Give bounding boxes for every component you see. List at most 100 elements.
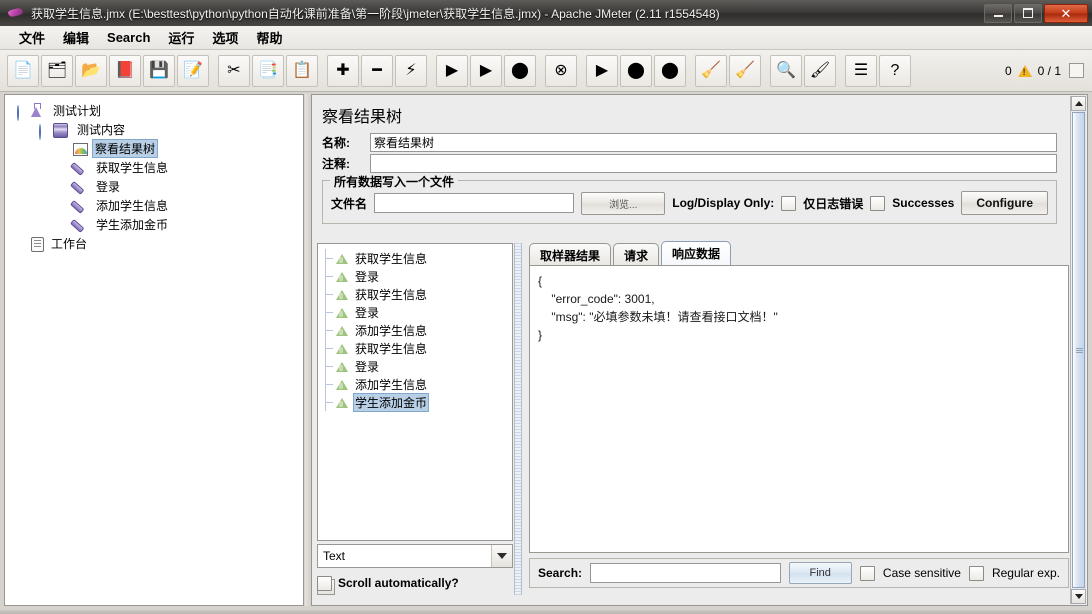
scroll-automatically-checkbox[interactable]	[317, 575, 332, 591]
menu-edit[interactable]: 编辑	[54, 25, 98, 50]
browse-button[interactable]: 浏览...	[581, 191, 666, 215]
remote-stop-icon[interactable]: ⬤	[620, 54, 652, 87]
response-data-body: { "error_code": 3001, "msg": "必填参数未填！请查看…	[529, 265, 1069, 553]
save-as-icon[interactable]: 📝	[177, 54, 209, 87]
result-list-item[interactable]: 添加学生信息	[322, 321, 512, 339]
clear-all-icon[interactable]: 🧹	[729, 54, 761, 87]
start-no-pauses-icon[interactable]: ▶	[470, 54, 502, 87]
remote-start-icon[interactable]: ▶	[586, 54, 618, 87]
result-list-item[interactable]: 添加学生信息	[322, 375, 512, 393]
tree-expand-handle[interactable]	[61, 182, 70, 191]
result-success-icon	[335, 324, 349, 336]
start-icon[interactable]: ▶	[436, 54, 468, 87]
results-detail-splitter[interactable]	[514, 243, 522, 595]
main-content: 测试计划 测试内容 察看结果树 获取学生信息 登录 添加学生信息 学生添加金币 工作台 察看结…	[0, 92, 1092, 614]
regular-exp-checkbox[interactable]	[968, 565, 984, 581]
result-list-item[interactable]: 登录	[322, 267, 512, 285]
tab-sampler-result[interactable]: 取样器结果	[529, 243, 612, 267]
tree-node-add-gold[interactable]: 学生添加金币	[11, 215, 303, 234]
filename-input[interactable]	[374, 193, 575, 213]
search-reset-icon-glyph: 🖌	[809, 61, 831, 79]
tree-line	[325, 276, 333, 277]
result-list-item[interactable]: 获取学生信息	[322, 339, 512, 357]
tree-expand-handle[interactable]	[61, 201, 70, 210]
tree-expand-handle[interactable]	[61, 144, 70, 153]
scroll-automatically-row: Scroll automatically?	[317, 573, 513, 593]
find-button[interactable]: Find	[788, 562, 852, 584]
view-results-tree-icon	[73, 143, 88, 156]
stop-icon[interactable]: ⬤	[504, 54, 536, 87]
toggle-icon[interactable]: ⚡	[395, 54, 427, 87]
result-list-item[interactable]: 获取学生信息	[322, 249, 512, 267]
result-list-item[interactable]: 学生添加金币	[322, 392, 512, 412]
expand-icon[interactable]: ✚	[327, 54, 359, 87]
start-no-pauses-icon-glyph: ▶	[479, 61, 493, 79]
result-list-item[interactable]: 获取学生信息	[322, 285, 512, 303]
menu-run[interactable]: 运行	[159, 25, 203, 50]
toggle-icon-glyph: ⚡	[405, 61, 417, 79]
tree-node-login[interactable]: 登录	[11, 177, 303, 196]
tree-node-add-student-info[interactable]: 添加学生信息	[11, 196, 303, 215]
case-sensitive-checkbox[interactable]	[859, 565, 875, 581]
name-label: 名称:	[322, 136, 350, 150]
search-icon[interactable]: 🔍	[770, 54, 802, 87]
scroll-down-button[interactable]	[1071, 589, 1086, 604]
save-icon[interactable]: 💾	[143, 54, 175, 87]
tree-expand-handle[interactable]	[61, 220, 70, 229]
results-list-pane: 获取学生信息 登录 获取学生信息 登录 添加学生信息 获取学生信息 登录 添加学生信息 学生添加…	[317, 243, 513, 595]
menu-options[interactable]: 选项	[203, 25, 247, 50]
tree-expand-handle[interactable]	[17, 239, 26, 248]
result-list-item[interactable]: 登录	[322, 357, 512, 375]
chevron-down-icon	[492, 545, 512, 567]
shutdown-icon[interactable]: ⊗	[545, 54, 577, 87]
menu-search[interactable]: Search	[98, 27, 159, 48]
results-tree[interactable]: 获取学生信息 登录 获取学生信息 登录 添加学生信息 获取学生信息 登录 添加学生信息 学生添加…	[317, 243, 513, 541]
successes-checkbox[interactable]	[870, 195, 886, 211]
tree-node-view-results-tree[interactable]: 察看结果树	[11, 139, 303, 158]
tree-expand-handle[interactable]	[17, 105, 26, 121]
tree-expand-handle[interactable]	[39, 124, 48, 140]
tab-response-data[interactable]: 响应数据	[661, 241, 732, 266]
results-split: 获取学生信息 登录 获取学生信息 登录 添加学生信息 获取学生信息 登录 添加学生信息 学生添加…	[317, 241, 1072, 595]
scrollbar-thumb[interactable]	[1072, 112, 1085, 588]
comment-input[interactable]	[370, 154, 1057, 173]
name-input[interactable]: 察看结果树	[370, 133, 1057, 152]
copy-icon[interactable]: 📑	[252, 54, 284, 87]
search-input[interactable]	[590, 563, 781, 583]
clear-icon[interactable]: 🧹	[695, 54, 727, 87]
cut-icon[interactable]: ✂	[218, 54, 250, 87]
configure-button[interactable]: Configure	[961, 191, 1048, 215]
scroll-automatically-label: Scroll automatically?	[338, 576, 459, 590]
tree-node-thread-group[interactable]: 测试内容	[11, 120, 303, 140]
copy-icon-glyph: 📑	[258, 61, 278, 79]
menu-file[interactable]: 文件	[10, 25, 54, 50]
tree-node-get-student-info[interactable]: 获取学生信息	[11, 158, 303, 177]
templates-icon[interactable]: 🗂	[41, 54, 73, 87]
tree-expand-handle[interactable]	[61, 163, 70, 172]
panel-scrollbar[interactable]	[1070, 96, 1086, 604]
thread-group-icon	[53, 123, 68, 138]
filename-label: 文件名	[331, 196, 368, 211]
tree-node-test-plan[interactable]: 测试计划	[11, 101, 303, 121]
window-controls: ✕	[982, 3, 1092, 23]
maximize-button[interactable]	[1014, 3, 1042, 23]
tree-node-workbench[interactable]: 工作台	[11, 234, 303, 253]
errors-only-checkbox[interactable]	[781, 195, 797, 211]
renderer-select[interactable]: Text	[317, 544, 513, 568]
close-icon[interactable]: 📕	[109, 54, 141, 87]
help-icon[interactable]: ?	[879, 54, 911, 87]
search-reset-icon[interactable]: 🖌	[804, 54, 836, 87]
remote-shutdown-icon[interactable]: ⬤	[654, 54, 686, 87]
result-list-item[interactable]: 登录	[322, 303, 512, 321]
collapse-icon[interactable]: ━	[361, 54, 393, 87]
paste-icon[interactable]: 📋	[286, 54, 318, 87]
function-helper-icon[interactable]: ☰	[845, 54, 877, 87]
scroll-up-button[interactable]	[1071, 96, 1086, 111]
tab-request[interactable]: 请求	[613, 243, 660, 267]
minimize-button[interactable]	[984, 3, 1012, 23]
menu-help[interactable]: 帮助	[247, 25, 291, 50]
open-icon[interactable]: 📂	[75, 54, 107, 87]
errors-only-label: 仅日志错误	[803, 196, 864, 211]
close-button[interactable]: ✕	[1044, 3, 1088, 23]
new-file-icon[interactable]: 📄	[7, 54, 39, 87]
